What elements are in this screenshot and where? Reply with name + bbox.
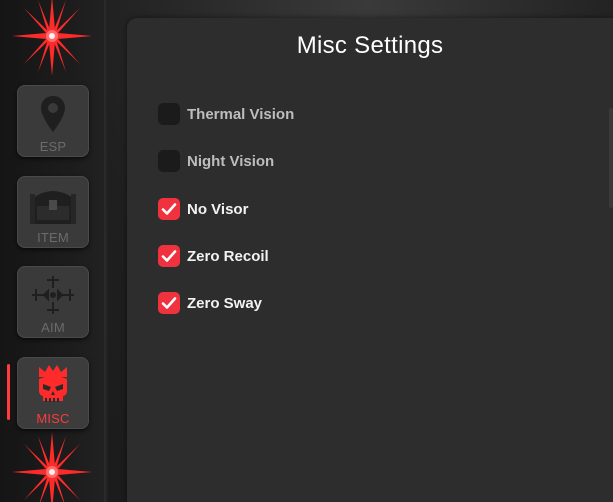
app-window: ESP ITEM AIM MISC Misc Settings Thermal … bbox=[0, 0, 613, 502]
zero-recoil-checkbox[interactable] bbox=[158, 245, 180, 267]
option-no-visor[interactable]: No Visor bbox=[158, 197, 248, 221]
sidebar-divider bbox=[104, 0, 106, 502]
treasure-chest-icon bbox=[17, 182, 89, 228]
option-zero-sway[interactable]: Zero Sway bbox=[158, 291, 262, 315]
crowned-skull-icon bbox=[17, 363, 89, 409]
option-thermal-vision[interactable]: Thermal Vision bbox=[158, 102, 294, 126]
red-starburst-icon bbox=[12, 0, 92, 76]
sidebar-item-esp[interactable]: ESP bbox=[17, 85, 89, 157]
option-label: Thermal Vision bbox=[187, 105, 295, 123]
sidebar-item-label: ESP bbox=[39, 139, 67, 154]
scrollbar[interactable] bbox=[609, 108, 613, 208]
sidebar-item-aim[interactable]: AIM bbox=[17, 266, 89, 338]
option-label: Zero Recoil bbox=[187, 247, 269, 265]
red-starburst-icon bbox=[12, 432, 92, 502]
sidebar-item-label: MISC bbox=[36, 411, 70, 426]
sidebar-item-label: AIM bbox=[41, 320, 65, 335]
no-visor-checkbox[interactable] bbox=[158, 198, 180, 220]
crosshair-icon bbox=[17, 272, 89, 318]
zero-sway-checkbox[interactable] bbox=[158, 292, 180, 314]
option-label: Night Vision bbox=[187, 152, 275, 170]
checkmark-icon bbox=[161, 297, 177, 309]
option-night-vision[interactable]: Night Vision bbox=[158, 149, 274, 173]
sidebar-item-label: ITEM bbox=[37, 230, 69, 245]
night-vision-checkbox[interactable] bbox=[158, 150, 180, 172]
option-zero-recoil[interactable]: Zero Recoil bbox=[158, 244, 269, 268]
sidebar-item-misc[interactable]: MISC bbox=[17, 357, 89, 429]
sidebar-item-item[interactable]: ITEM bbox=[17, 176, 89, 248]
active-tab-indicator bbox=[7, 364, 10, 420]
option-label: No Visor bbox=[187, 200, 249, 218]
checkmark-icon bbox=[161, 203, 177, 215]
page-title: Misc Settings bbox=[296, 32, 444, 59]
thermal-vision-checkbox[interactable] bbox=[158, 103, 180, 125]
sidebar: ESP ITEM AIM MISC bbox=[0, 0, 108, 502]
checkmark-icon bbox=[161, 250, 177, 262]
map-pin-icon bbox=[17, 91, 89, 137]
settings-panel: Misc Settings Thermal Vision Night Visio… bbox=[127, 18, 613, 502]
option-label: Zero Sway bbox=[187, 294, 263, 312]
